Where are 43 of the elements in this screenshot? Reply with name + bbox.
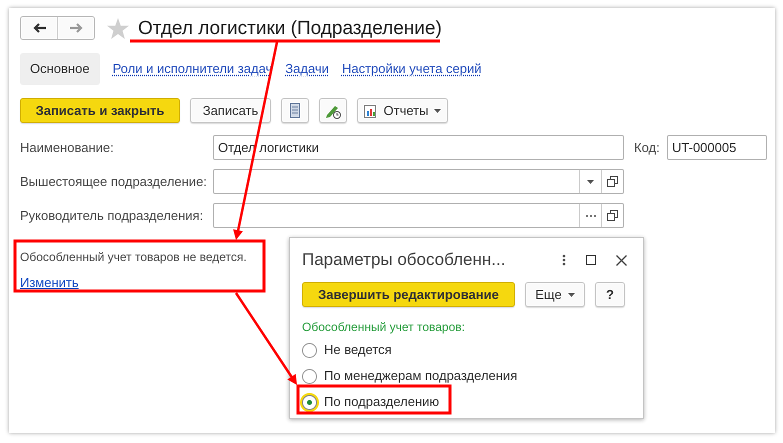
select-field[interactable]: [213, 203, 624, 228]
field-label: Вышестоящее подразделение:: [20, 172, 208, 191]
radio-button[interactable]: [302, 394, 317, 410]
name-field[interactable]: Отдел логистики: [213, 135, 624, 160]
open-window-icon: [607, 176, 618, 187]
radio-label: Не ведется: [324, 341, 392, 360]
code-label: Код:: [634, 138, 661, 157]
group-label: Обособленный учет товаров:: [302, 319, 466, 336]
radio-label: По менеджерам подразделения: [324, 367, 518, 386]
more-vertical-icon[interactable]: [562, 254, 566, 266]
tab[interactable]: Задачи: [285, 59, 329, 79]
right-arrow-icon: [70, 23, 82, 33]
window-title: Отдел логистики (Подразделение): [138, 18, 442, 38]
caret-icon: [568, 292, 575, 296]
open-window-icon: [607, 210, 618, 221]
field-label: Руководитель подразделения:: [20, 206, 204, 225]
list-icon: [290, 103, 300, 118]
close-icon[interactable]: [616, 254, 627, 266]
star-icon[interactable]: [107, 18, 129, 38]
tab[interactable]: Настройки учета серий: [342, 59, 482, 79]
save-and-close-button[interactable]: Записать и закрыть: [20, 98, 180, 123]
save-button[interactable]: Записать: [190, 98, 271, 123]
caret-icon: [434, 108, 442, 112]
report-icon: [364, 104, 378, 118]
radio-button[interactable]: [302, 368, 317, 384]
radio-label: По подразделению: [324, 393, 440, 412]
note-text: Обособленный учет товаров не ведется.: [20, 249, 247, 266]
dialog-title: Параметры обособленн...: [302, 249, 506, 272]
select-field[interactable]: [213, 169, 624, 194]
more-menu-button[interactable]: Еще: [525, 282, 585, 307]
code-field[interactable]: UT-000005: [667, 135, 767, 160]
help-button[interactable]: ?: [595, 282, 625, 307]
edit-button[interactable]: [319, 98, 347, 123]
finish-editing-button[interactable]: Завершить редактирование: [302, 282, 515, 307]
change-link[interactable]: Изменить: [20, 273, 79, 292]
radio-button[interactable]: [302, 342, 317, 358]
left-arrow-icon: [32, 23, 46, 33]
tab[interactable]: Основное: [20, 53, 100, 85]
list-button[interactable]: [281, 98, 309, 123]
maximize-icon[interactable]: [586, 255, 596, 265]
field-label: Наименование:: [20, 138, 115, 157]
reports-menu-button[interactable]: Отчеты: [357, 98, 448, 123]
caret-icon: [587, 180, 594, 184]
